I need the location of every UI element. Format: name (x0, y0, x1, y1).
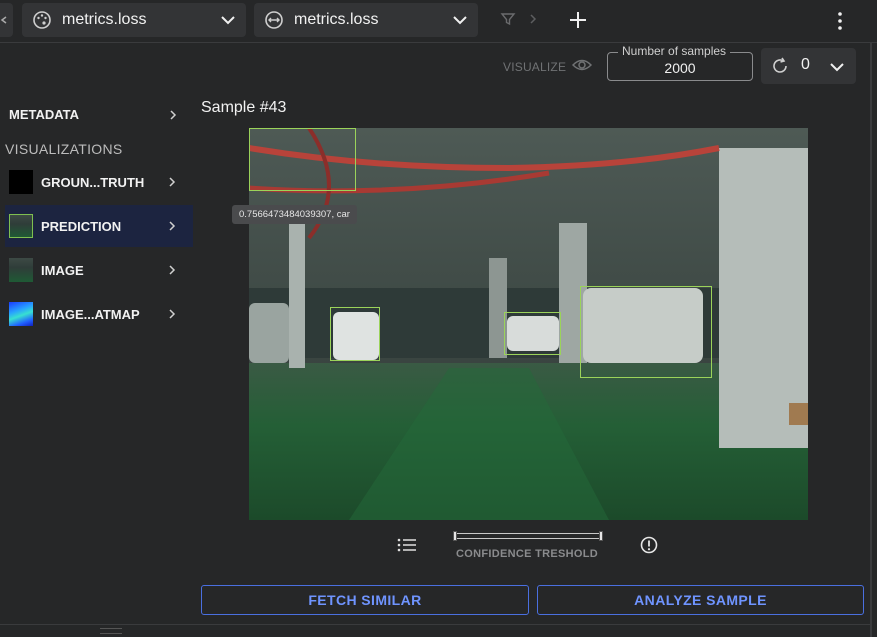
eye-icon (572, 58, 593, 75)
chevron-right-icon (167, 307, 177, 326)
filter-icon[interactable] (500, 11, 516, 32)
arrows-horizontal-icon (264, 10, 284, 30)
refresh-icon (770, 56, 790, 81)
sample-title: Sample #43 (201, 99, 287, 116)
image-thumbnail (9, 258, 33, 282)
bottom-divider (0, 624, 870, 625)
list-icon[interactable] (397, 537, 417, 558)
confidence-threshold-label: CONFIDENCE TRESHOLD (456, 548, 598, 560)
bbox-car-1[interactable] (330, 307, 380, 361)
fetch-similar-button[interactable]: FETCH SIMILAR (201, 585, 529, 615)
sidebar-item-label: PREDICTION (41, 218, 122, 234)
palette-icon (32, 10, 52, 30)
more-vertical-icon[interactable] (836, 11, 844, 36)
chevron-left-icon (0, 16, 7, 24)
sidebar-item-image-heatmap[interactable]: IMAGE...ATMAP (5, 293, 193, 335)
sidebar-item-prediction[interactable]: PREDICTION (5, 205, 193, 247)
sidebar-item-label: GROUN...TRUTH (41, 174, 145, 190)
metric-select-a[interactable]: metrics.loss (22, 3, 246, 37)
right-edge-divider (870, 42, 872, 637)
metadata-section[interactable]: METADATA (9, 107, 79, 122)
chevron-down-icon (829, 59, 845, 80)
heatmap-thumbnail (9, 302, 33, 326)
metric-select-b-label: metrics.loss (294, 11, 379, 28)
confidence-slider-handle-min[interactable] (453, 531, 457, 541)
bbox-car-3[interactable] (580, 286, 712, 378)
sidebar-item-label: IMAGE (41, 262, 84, 278)
bbox-car-0[interactable] (249, 128, 356, 191)
bbox-car-2[interactable] (504, 312, 561, 355)
metric-select-a-label: metrics.loss (62, 11, 147, 28)
chevron-right-icon (167, 175, 177, 194)
refresh-select[interactable]: 0 (761, 48, 856, 84)
prediction-thumbnail (9, 214, 33, 238)
chevron-right-icon (528, 12, 538, 31)
sidebar-item-image[interactable]: IMAGE (5, 249, 193, 291)
chevron-right-icon (167, 263, 177, 282)
visualizations-heading: VISUALIZATIONS (5, 141, 123, 157)
number-of-samples-value: 2000 (664, 60, 696, 76)
analyze-sample-button[interactable]: ANALYZE SAMPLE (537, 585, 864, 615)
sidebar-item-ground-truth[interactable]: GROUN...TRUTH (5, 161, 193, 203)
resize-handle-icon[interactable] (100, 628, 122, 634)
refresh-count: 0 (801, 56, 810, 73)
confidence-slider-handle-max[interactable] (599, 531, 603, 541)
chevron-right-icon (167, 219, 177, 238)
number-of-samples-legend: Number of samples (618, 44, 731, 58)
visualize-button[interactable]: VISUALIZE (503, 58, 593, 75)
confidence-slider[interactable] (454, 533, 603, 539)
bbox-tooltip: 0.7566473484039307, car (232, 205, 357, 224)
visualize-label: VISUALIZE (503, 59, 567, 74)
alert-icon[interactable] (640, 536, 658, 559)
sidebar-item-label: IMAGE...ATMAP (41, 306, 140, 322)
metric-select-b[interactable]: metrics.loss (254, 3, 478, 37)
chevron-down-icon (452, 12, 468, 33)
collapsed-panel-tab[interactable] (0, 3, 13, 37)
chevron-right-icon (168, 108, 178, 127)
add-icon[interactable] (568, 10, 588, 35)
chevron-down-icon (220, 12, 236, 33)
ground-truth-thumbnail (9, 170, 33, 194)
